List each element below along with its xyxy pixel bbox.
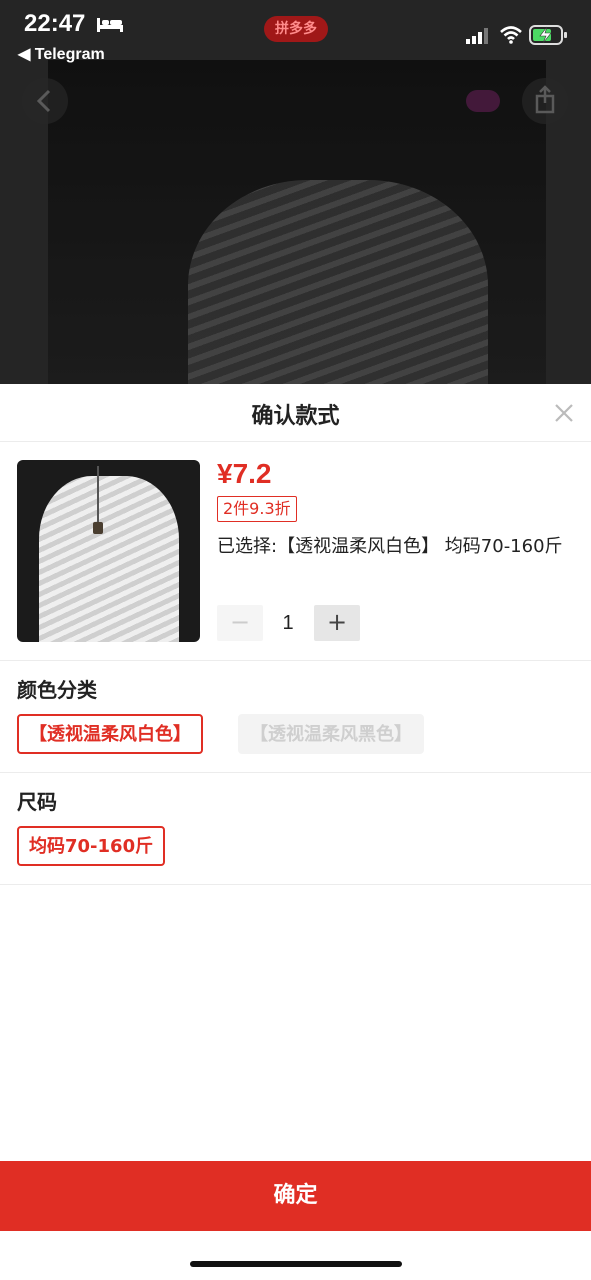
back-to-telegram[interactable]: ◀ Telegram [18,44,105,64]
status-bar: 22:47 ◀ Telegram 拼多多 [0,0,591,64]
divider [0,884,591,885]
divider [0,772,591,773]
color-option-black[interactable]: 【透视温柔风黑色】 [238,714,424,754]
quantity-increase-button[interactable]: + [314,605,360,641]
quantity-decrease-button[interactable]: − [217,605,263,641]
discount-badge: 2件9.3折 [217,496,297,522]
close-icon[interactable] [552,401,576,425]
size-section-title: 尺码 [17,790,57,814]
app-badge: 拼多多 [264,16,328,42]
sheet-header: 确认款式 [0,384,591,442]
product-thumbnail[interactable] [17,460,200,642]
sheet-title: 确认款式 [251,404,340,429]
divider [0,660,591,661]
bed-icon [97,18,123,32]
confirm-button[interactable]: 确定 [0,1161,591,1231]
wifi-icon [500,26,522,44]
color-section-title: 颜色分类 [17,678,97,702]
color-option-white[interactable]: 【透视温柔风白色】 [17,714,203,754]
product-summary: ¥7.2 2件9.3折 已选择:【透视温柔风白色】 均码70-160斤 − 1 … [17,458,591,660]
sku-selection-sheet: 确认款式 ¥7.2 2件9.3折 已选择:【透视温柔风白色】 均码70-160斤… [0,384,591,1280]
price: ¥7.2 [217,458,272,489]
home-indicator [190,1261,402,1267]
status-time: 22:47 [24,10,86,37]
quantity-value[interactable]: 1 [269,612,307,635]
selected-options-text: 已选择:【透视温柔风白色】 均码70-160斤 [217,536,563,557]
signal-icon [466,28,488,44]
battery-charging-icon [529,25,567,45]
size-option-one-size[interactable]: 均码70-160斤 [17,826,166,866]
